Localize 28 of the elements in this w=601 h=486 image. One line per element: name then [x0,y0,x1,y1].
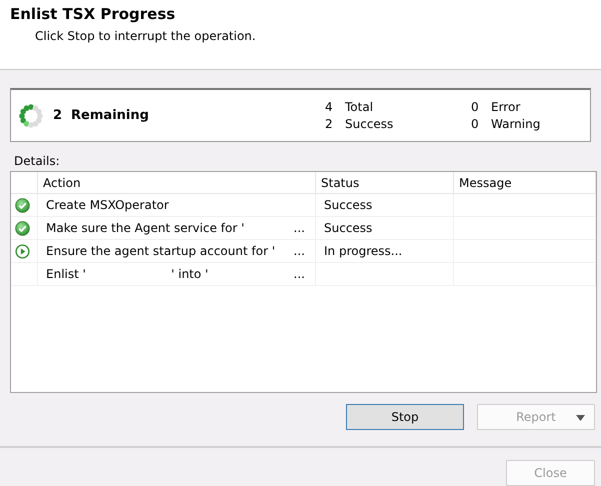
table-cell: Create MSXOperator [46,198,169,212]
count-label: Warning [491,117,542,131]
table-cell: Make sure the Agent service for ' [46,221,244,235]
subtitle: Click Stop to interrupt the operation. [35,29,256,43]
table-cell: Success [324,198,372,212]
count-label: Success [345,117,394,131]
column-header[interactable]: Action [38,172,316,193]
column-header[interactable]: Status [316,172,454,193]
count-value: 2 [325,117,334,131]
table-cell: Success [324,221,372,235]
table-cell: In progress... [324,244,402,258]
button[interactable]: Stop [346,404,464,430]
remaining-count: 2 [53,108,62,123]
details-label: Details: [14,154,61,168]
table-cell: ' into ' [171,267,208,281]
table-cell: ... [294,221,305,235]
table-cell: Enlist ' [46,267,86,281]
count-value: 4 [325,100,334,114]
table-cell: ... [294,244,305,258]
count-label: Error [491,100,522,114]
count-label: Total [345,100,374,114]
table-cell: Ensure the agent startup account for ' [46,244,276,258]
window-title: Enlist TSX Progress [10,5,176,23]
table-cell: ... [294,267,305,281]
column-header[interactable]: Message [454,172,596,193]
remaining-label: Remaining [71,108,149,123]
count-value: 0 [471,117,480,131]
count-value: 0 [471,100,480,114]
